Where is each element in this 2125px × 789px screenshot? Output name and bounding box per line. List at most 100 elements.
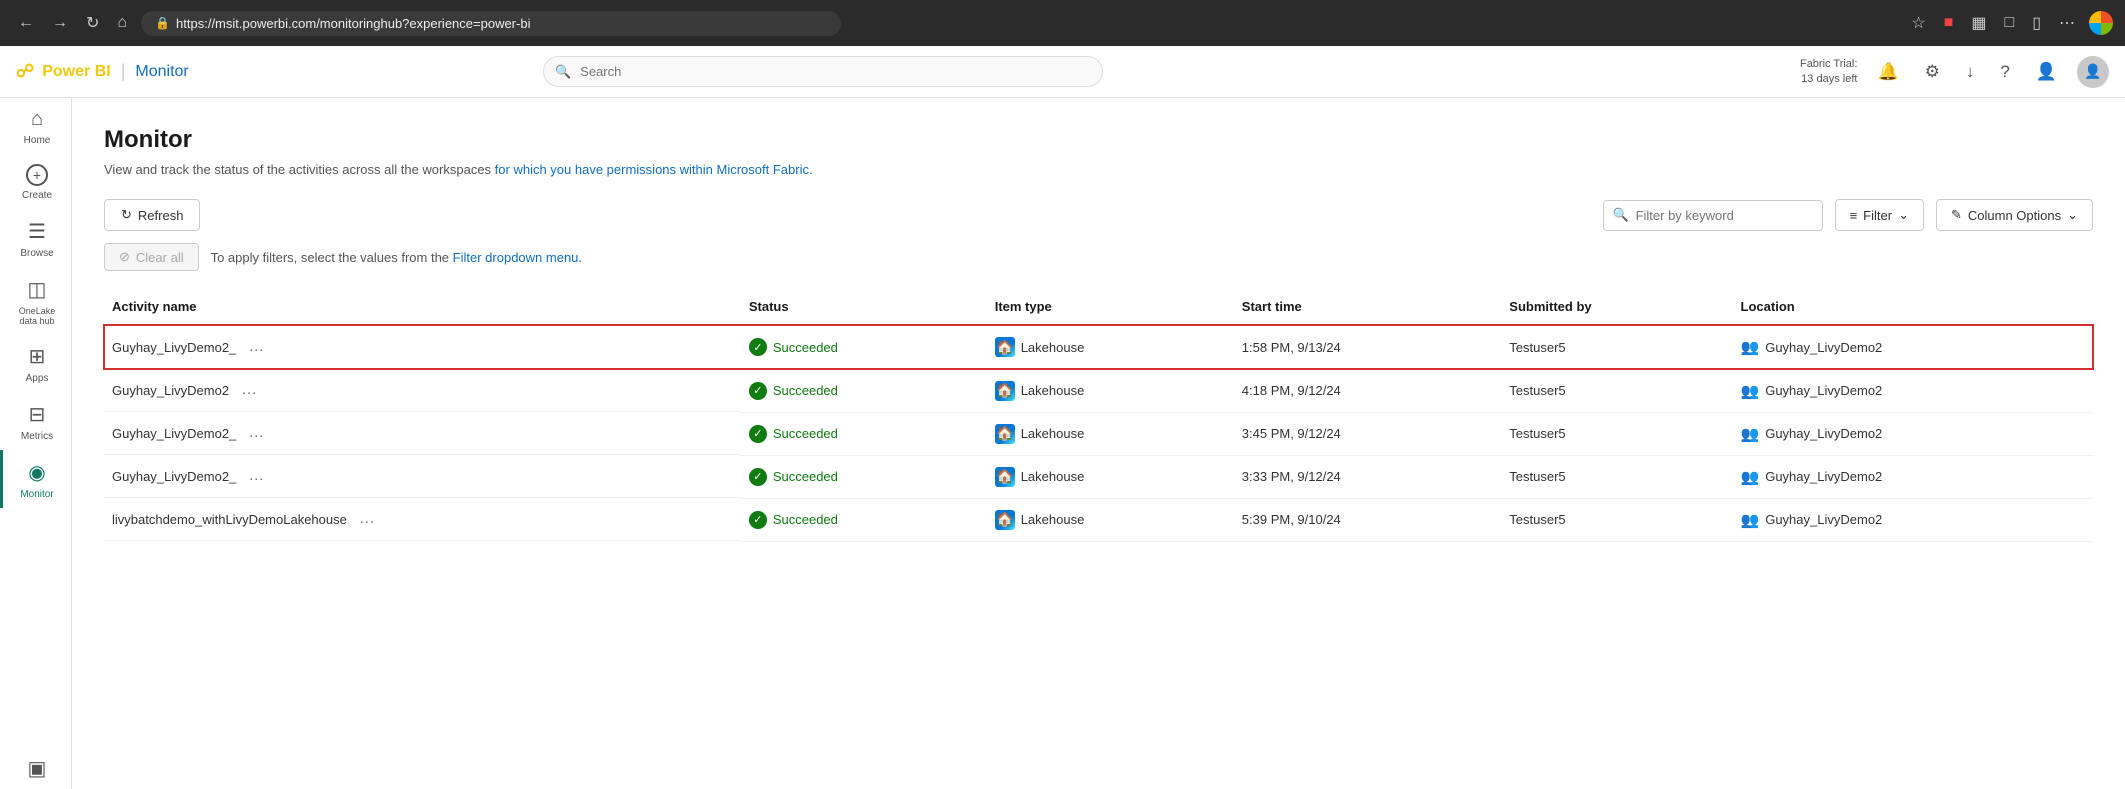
sidebar-item-home[interactable]: ⌂ Home — [0, 98, 71, 154]
subtitle-link[interactable]: for which you have permissions within Mi… — [495, 162, 813, 177]
home-button[interactable]: ⌂ — [111, 10, 133, 36]
star-icon[interactable]: ☆ — [1907, 9, 1929, 37]
avatar[interactable]: 👤 — [2077, 56, 2109, 88]
profile-icon[interactable]: □ — [2001, 10, 2019, 36]
page-subtitle: View and track the status of the activit… — [104, 162, 2093, 177]
filter-button[interactable]: ≡ Filter ⌄ — [1835, 199, 1924, 231]
extension-icon[interactable]: ■ — [1940, 10, 1958, 36]
sidebar-item-workspaces[interactable]: ▣ — [0, 746, 71, 789]
duplicate-icon[interactable]: ▯ — [2028, 9, 2045, 37]
cell-item-type: 🏠Lakehouse — [987, 498, 1234, 541]
more-icon[interactable]: ⋯ — [2055, 9, 2079, 37]
cell-item-type: 🏠Lakehouse — [987, 412, 1234, 455]
table-row[interactable]: Guyhay_LivyDemo2_…✓Succeeded🏠Lakehouse3:… — [104, 455, 2093, 498]
home-icon: ⌂ — [31, 108, 43, 131]
success-checkmark-icon: ✓ — [749, 425, 767, 443]
topbar-search-input[interactable] — [543, 56, 1103, 87]
sidebar-item-onelake[interactable]: ◫ OneLakedata hub — [0, 267, 71, 334]
cell-item-type: 🏠Lakehouse — [987, 369, 1234, 412]
metrics-icon: ⊟ — [29, 402, 46, 427]
table-row[interactable]: Guyhay_LivyDemo2_…✓Succeeded🏠Lakehouse1:… — [104, 325, 2093, 369]
cell-item-type: 🏠Lakehouse — [987, 455, 1234, 498]
refresh-label: Refresh — [138, 208, 184, 223]
table-row[interactable]: Guyhay_LivyDemo2_…✓Succeeded🏠Lakehouse3:… — [104, 412, 2093, 455]
sidebar-item-browse[interactable]: ☰ Browse — [0, 209, 71, 267]
forward-button[interactable]: → — [46, 10, 74, 36]
cell-status: ✓Succeeded — [741, 325, 987, 369]
row-ellipsis-button[interactable]: … — [242, 422, 270, 444]
column-options-button[interactable]: ✎ Column Options ⌄ — [1936, 199, 2093, 231]
sidebar-item-onelake-label: OneLakedata hub — [19, 306, 56, 326]
brand-powerbi-label: Power BI — [42, 63, 110, 81]
cell-submitted-by: Testuser5 — [1501, 325, 1732, 369]
row-ellipsis-button[interactable]: … — [235, 379, 263, 401]
cell-activity-name: Guyhay_LivyDemo2_… — [104, 326, 741, 369]
filter-keyword-input[interactable] — [1603, 200, 1823, 231]
clear-all-label: Clear all — [136, 250, 184, 265]
sidebar-item-browse-label: Browse — [20, 248, 53, 259]
create-icon: + — [26, 164, 48, 186]
address-bar[interactable]: 🔒 — [141, 11, 841, 36]
row-ellipsis-button[interactable]: … — [242, 465, 270, 487]
main-content: Monitor View and track the status of the… — [72, 46, 2125, 789]
success-checkmark-icon: ✓ — [749, 468, 767, 486]
lakehouse-icon: 🏠 — [995, 467, 1015, 487]
download-button[interactable]: ↓ — [1960, 58, 1981, 86]
cell-status: ✓Succeeded — [741, 498, 987, 541]
share-button[interactable]: 👤 — [2030, 58, 2063, 86]
table-row[interactable]: Guyhay_LivyDemo2…✓Succeeded🏠Lakehouse4:1… — [104, 369, 2093, 412]
cell-start-time: 4:18 PM, 9/12/24 — [1234, 369, 1502, 412]
sidebar-item-apps[interactable]: ⊞ Apps — [0, 334, 71, 392]
row-ellipsis-button[interactable]: … — [353, 508, 381, 530]
col-activity-name: Activity name — [104, 289, 741, 325]
page-title: Monitor — [104, 126, 2093, 154]
browser-refresh-button[interactable]: ↻ — [80, 9, 105, 37]
col-status: Status — [741, 289, 987, 325]
lakehouse-icon: 🏠 — [995, 510, 1015, 530]
browser-nav-buttons: ← → ↻ ⌂ — [12, 9, 133, 37]
content-inner: Monitor View and track the status of the… — [72, 98, 2125, 562]
sidebar-item-apps-label: Apps — [26, 373, 49, 384]
workspaces-icon: ▣ — [28, 756, 47, 781]
location-workspace-icon: 👥 — [1741, 425, 1760, 443]
col-item-type: Item type — [987, 289, 1234, 325]
cell-item-type: 🏠Lakehouse — [987, 325, 1234, 369]
cell-submitted-by: Testuser5 — [1501, 498, 1732, 541]
filter-hint-link[interactable]: Filter dropdown menu. — [453, 250, 582, 265]
col-submitted-by: Submitted by — [1501, 289, 1732, 325]
sidebar-item-metrics[interactable]: ⊟ Metrics — [0, 392, 71, 450]
cell-start-time: 3:33 PM, 9/12/24 — [1234, 455, 1502, 498]
lakehouse-icon: 🏠 — [995, 381, 1015, 401]
monitor-icon: ◉ — [28, 460, 45, 485]
clear-all-button[interactable]: ⊘ Clear all — [104, 243, 199, 271]
url-input[interactable] — [176, 16, 827, 31]
row-ellipsis-button[interactable]: … — [242, 336, 270, 358]
topbar-search-icon: 🔍 — [555, 64, 571, 80]
browser-right-icons: ☆ ■ ▦ □ ▯ ⋯ — [1907, 9, 2113, 37]
refresh-button[interactable]: ↻ Refresh — [104, 199, 200, 231]
extensions-icon[interactable]: ▦ — [1967, 9, 1990, 37]
table-row[interactable]: livybatchdemo_withLivyDemoLakehouse…✓Suc… — [104, 498, 2093, 541]
location-workspace-icon: 👥 — [1741, 511, 1760, 529]
settings-button[interactable]: ⚙ — [1919, 58, 1946, 86]
cell-start-time: 5:39 PM, 9/10/24 — [1234, 498, 1502, 541]
cell-start-time: 1:58 PM, 9/13/24 — [1234, 325, 1502, 369]
filter-keyword-icon: 🔍 — [1613, 207, 1629, 223]
table-header: Activity name Status Item type Start tim… — [104, 289, 2093, 325]
location-workspace-icon: 👥 — [1741, 382, 1760, 400]
app-topbar: ☍ Power BI | Monitor 🔍 Fabric Trial: 13 … — [0, 46, 2125, 98]
notifications-button[interactable]: 🔔 — [1871, 58, 1904, 86]
refresh-icon: ↻ — [121, 207, 132, 223]
success-checkmark-icon: ✓ — [749, 511, 767, 529]
location-workspace-icon: 👥 — [1741, 338, 1760, 356]
sidebar-item-monitor[interactable]: ◉ Monitor — [0, 450, 71, 508]
sidebar-item-create[interactable]: + Create — [0, 154, 71, 209]
back-button[interactable]: ← — [12, 10, 40, 36]
apps-icon: ⊞ — [29, 344, 46, 369]
column-options-chevron-icon: ⌄ — [2067, 207, 2078, 223]
help-button[interactable]: ? — [1994, 58, 2015, 86]
col-start-time: Start time — [1234, 289, 1502, 325]
cell-submitted-by: Testuser5 — [1501, 455, 1732, 498]
fabric-trial-info: Fabric Trial: 13 days left — [1800, 57, 1857, 86]
sidebar-item-create-label: Create — [22, 190, 52, 201]
